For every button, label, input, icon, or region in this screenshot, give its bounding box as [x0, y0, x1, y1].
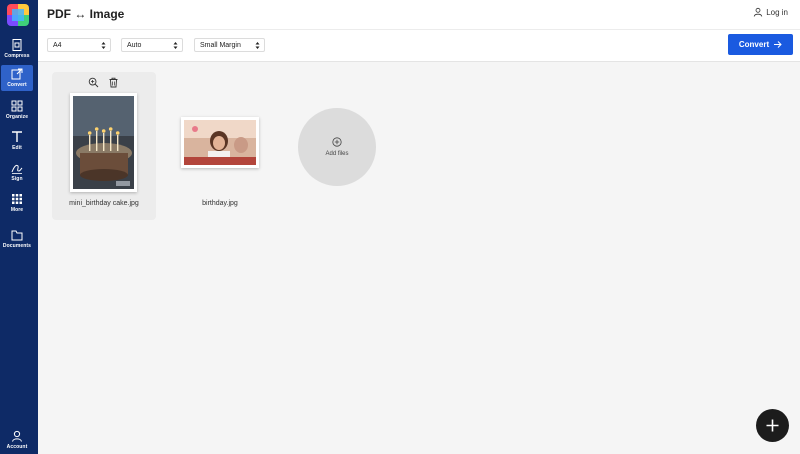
sidebar-item-label: Account	[6, 444, 28, 450]
sidebar-item-organize[interactable]: Organize	[1, 97, 33, 123]
convert-label: Convert	[738, 40, 770, 49]
plus-icon	[766, 419, 779, 432]
sidebar-item-label: Compress	[4, 53, 30, 59]
trash-icon[interactable]	[108, 77, 119, 88]
top-header: PDF ↔ Image Log in	[38, 0, 800, 29]
margin-select[interactable]: Small Margin	[194, 38, 265, 52]
edit-icon	[12, 131, 22, 142]
sidebar-item-more[interactable]: More	[1, 190, 33, 216]
page-title: PDF ↔ Image	[47, 7, 125, 21]
login-button[interactable]: Log in	[753, 7, 788, 17]
sidebar-item-documents[interactable]: Documents	[1, 226, 33, 252]
sign-icon	[11, 164, 23, 174]
sidebar-item-label: More	[10, 207, 24, 213]
sort-arrows-icon	[101, 42, 106, 49]
add-files-button[interactable]: Add files	[298, 108, 376, 186]
sidebar-item-sign[interactable]: Sign	[1, 159, 33, 185]
plus-circle-icon	[332, 137, 342, 147]
sidebar-item-label: Edit	[12, 145, 22, 151]
birthday-photo	[184, 120, 256, 165]
sidebar-item-label: Organize	[5, 114, 29, 120]
options-toolbar: A4 Auto Small Margin Convert	[38, 29, 800, 62]
sidebar-item-compress[interactable]: Compress	[1, 36, 33, 62]
cake-photo	[73, 96, 134, 189]
sidebar-item-account[interactable]: Account	[1, 427, 33, 453]
more-icon	[12, 194, 22, 204]
arrow-right-icon	[774, 41, 782, 48]
login-label: Log in	[766, 7, 788, 17]
page-size-select[interactable]: A4	[47, 38, 111, 52]
orientation-select[interactable]: Auto	[121, 38, 183, 52]
file-thumbnail-cake[interactable]	[70, 93, 137, 192]
sort-arrows-icon	[255, 42, 260, 49]
user-icon	[754, 7, 763, 17]
sidebar-item-convert[interactable]: Convert	[1, 65, 33, 91]
margin-value: Small Margin	[200, 41, 241, 49]
orientation-value: Auto	[127, 41, 142, 49]
convert-button[interactable]: Convert	[728, 34, 793, 55]
file-name: mini_birthday cake.jpg	[69, 200, 139, 207]
compress-icon	[12, 39, 22, 51]
app-logo-icon[interactable]	[7, 4, 29, 26]
sidebar-item-label: Convert	[7, 82, 27, 88]
sidebar: Compress Convert Organize Edit Sign More…	[0, 0, 38, 454]
sidebar-item-label: Sign	[11, 176, 23, 182]
sidebar-item-edit[interactable]: Edit	[1, 128, 33, 154]
organize-icon	[11, 100, 23, 112]
add-fab-button[interactable]	[756, 409, 789, 442]
add-files-label: Add files	[325, 151, 349, 157]
zoom-icon[interactable]	[88, 77, 99, 88]
account-icon	[12, 430, 22, 442]
file-thumbnail-birthday[interactable]	[181, 117, 259, 168]
page-size-value: A4	[53, 41, 62, 49]
documents-icon	[11, 230, 23, 241]
convert-icon	[11, 68, 23, 80]
sidebar-item-label: Documents	[2, 243, 32, 249]
sort-arrows-icon	[173, 42, 178, 49]
file-name: birthday.jpg	[202, 200, 238, 207]
